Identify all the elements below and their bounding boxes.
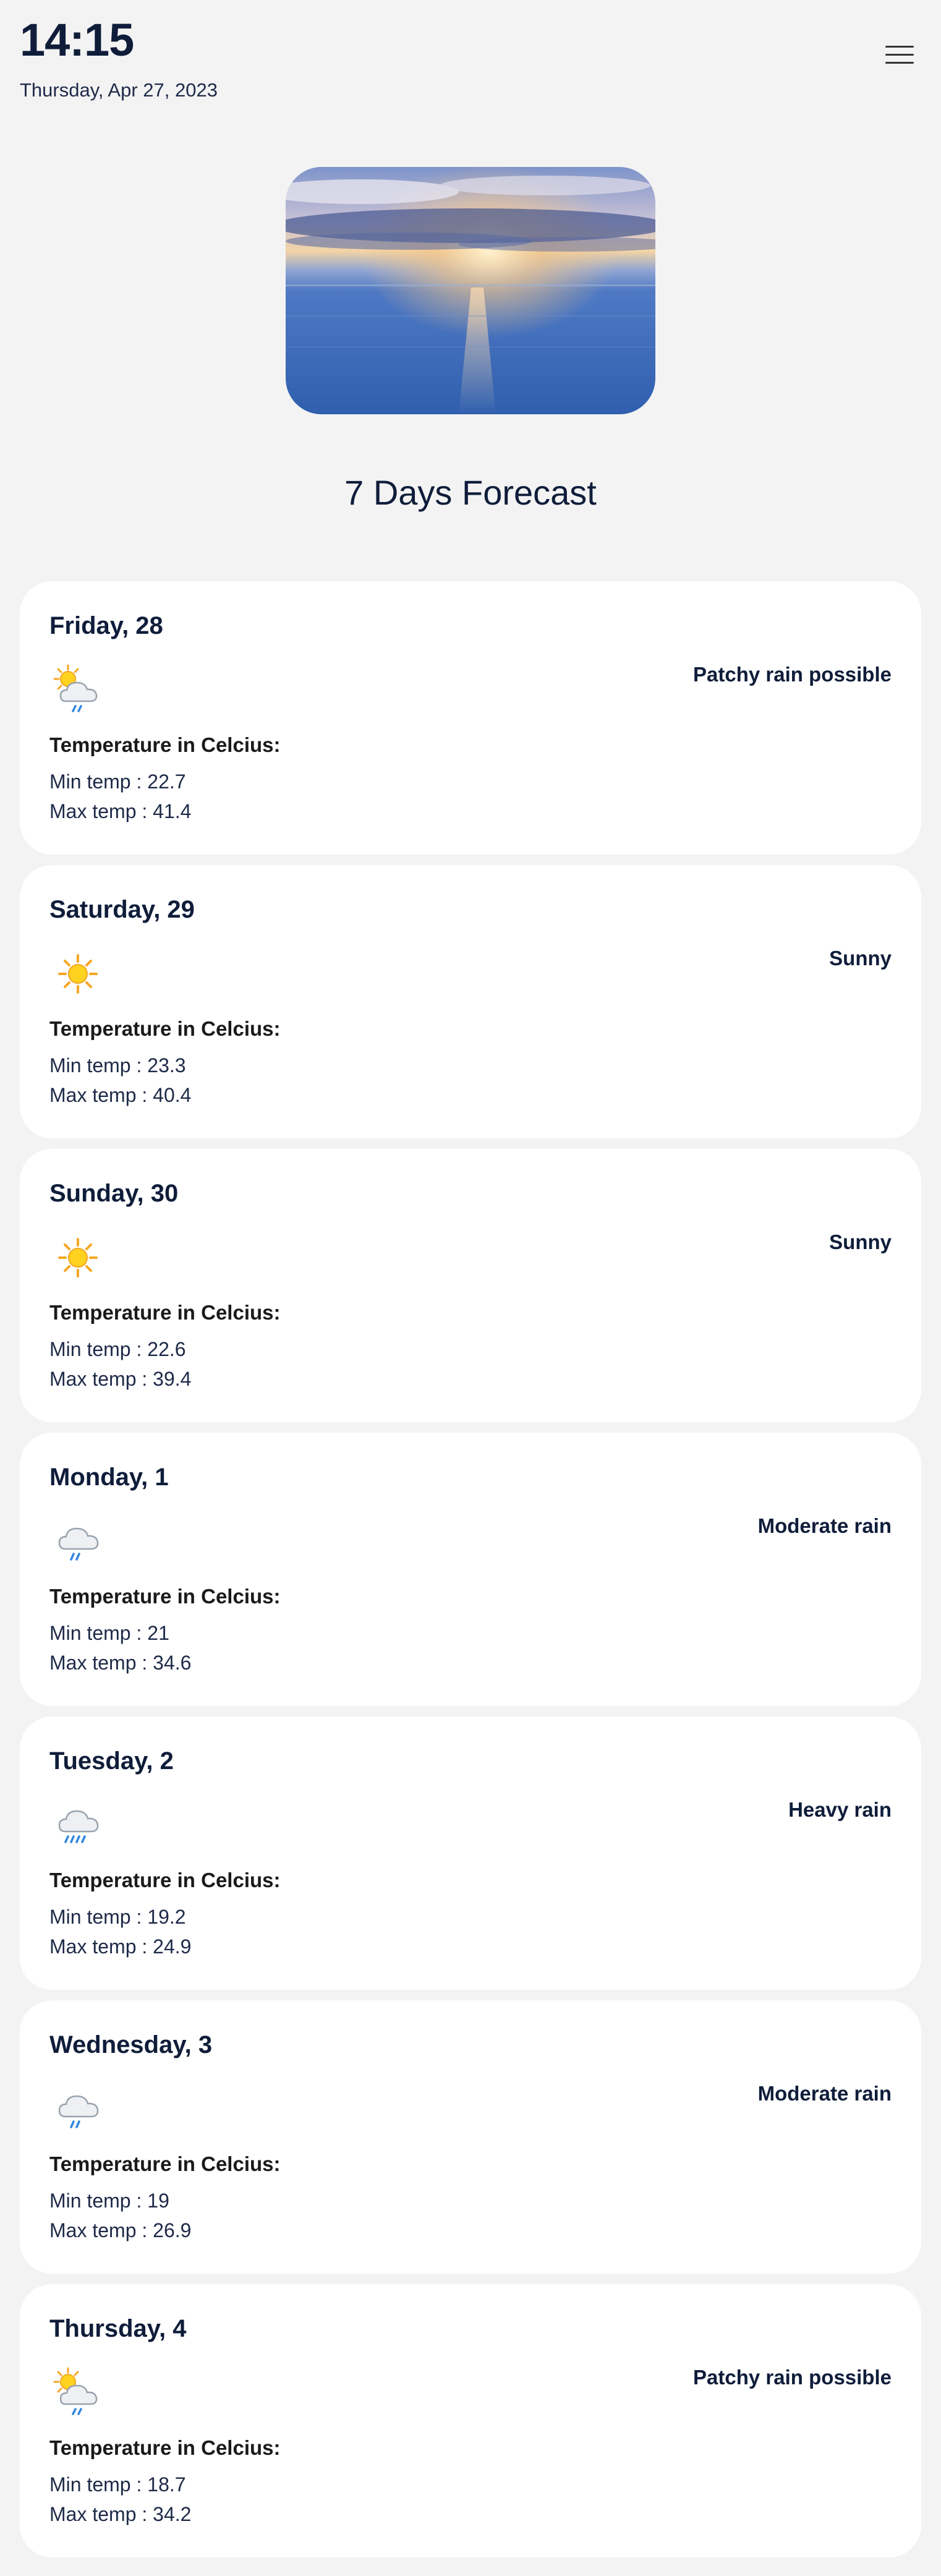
temperature-label: Temperature in Celcius: — [49, 2436, 281, 2459]
min-temp: Min temp : 22.6 — [49, 1338, 186, 1360]
patchy-rain-icon — [47, 2363, 109, 2423]
min-temp: Min temp : 22.7 — [49, 770, 186, 793]
forecast-day: Saturday, 29 — [49, 896, 195, 923]
header: 14:15 Thursday, Apr 27, 2023 — [20, 17, 218, 101]
temperature-label: Temperature in Celcius: — [49, 1869, 281, 1891]
max-temp: Max temp : 24.9 — [49, 1935, 192, 1958]
forecast-card: Thursday, 4 Patchy rain possible Tempera… — [20, 2284, 921, 2557]
sun-icon — [47, 1228, 109, 1287]
max-temp: Max temp : 41.4 — [49, 800, 192, 822]
min-temp: Min temp : 19.2 — [49, 1906, 186, 1928]
forecast-condition: Patchy rain possible — [693, 663, 892, 686]
forecast-condition: Sunny — [829, 1230, 892, 1253]
max-temp: Max temp : 34.6 — [49, 1652, 192, 1674]
temperature-label: Temperature in Celcius: — [49, 1301, 281, 1324]
heavy-rain-icon — [47, 1796, 109, 1855]
forecast-card: Friday, 28 Patchy rain possible Temperat… — [20, 581, 921, 855]
min-temp: Min temp : 18.7 — [49, 2473, 186, 2496]
min-temp: Min temp : 21 — [49, 1622, 169, 1644]
current-date: Thursday, Apr 27, 2023 — [20, 79, 218, 101]
forecast-condition: Moderate rain — [757, 2082, 892, 2105]
moderate-rain-icon — [47, 1512, 109, 1571]
forecast-card: Sunday, 30 Sunny Temperature in Celcius:… — [20, 1149, 921, 1422]
forecast-day: Wednesday, 3 — [49, 2031, 213, 2058]
max-temp: Max temp : 34.2 — [49, 2503, 192, 2525]
forecast-day: Friday, 28 — [49, 612, 163, 639]
forecast-card: Wednesday, 3 Moderate rain Temperature i… — [20, 2000, 921, 2274]
forecast-card: Saturday, 29 Sunny Temperature in Celciu… — [20, 865, 921, 1138]
moderate-rain-icon — [47, 2079, 109, 2139]
forecast-day: Tuesday, 2 — [49, 1747, 174, 1775]
current-time: 14:15 — [20, 14, 134, 66]
menu-line — [885, 54, 914, 56]
forecast-day: Thursday, 4 — [49, 2315, 187, 2342]
forecast-condition: Heavy rain — [788, 1798, 892, 1821]
temperature-label: Temperature in Celcius: — [49, 1585, 281, 1608]
hamburger-menu-icon[interactable] — [885, 43, 916, 68]
max-temp: Max temp : 26.9 — [49, 2219, 192, 2241]
temperature-label: Temperature in Celcius: — [49, 1017, 281, 1040]
forecast-condition: Sunny — [829, 947, 892, 970]
temperature-label: Temperature in Celcius: — [49, 733, 281, 756]
forecast-card: Tuesday, 2 Heavy rain Temperature in Cel… — [20, 1717, 921, 1990]
hero-image — [286, 167, 655, 414]
min-temp: Min temp : 19 — [49, 2190, 169, 2212]
sun-icon — [47, 944, 109, 1004]
menu-line — [885, 62, 914, 64]
temperature-label: Temperature in Celcius: — [49, 2152, 281, 2175]
max-temp: Max temp : 40.4 — [49, 1084, 192, 1106]
forecast-day: Monday, 1 — [49, 1464, 169, 1491]
forecast-day: Sunday, 30 — [49, 1180, 179, 1207]
forecast-title: 7 Days Forecast — [344, 473, 597, 512]
forecast-list: Friday, 28 Patchy rain possible Temperat… — [20, 581, 921, 2568]
forecast-condition: Patchy rain possible — [693, 2366, 892, 2389]
min-temp: Min temp : 23.3 — [49, 1054, 186, 1077]
max-temp: Max temp : 39.4 — [49, 1368, 192, 1390]
menu-line — [885, 46, 914, 48]
forecast-condition: Moderate rain — [757, 1514, 892, 1537]
forecast-card: Monday, 1 Moderate rain Temperature in C… — [20, 1433, 921, 1706]
patchy-rain-icon — [47, 660, 109, 720]
